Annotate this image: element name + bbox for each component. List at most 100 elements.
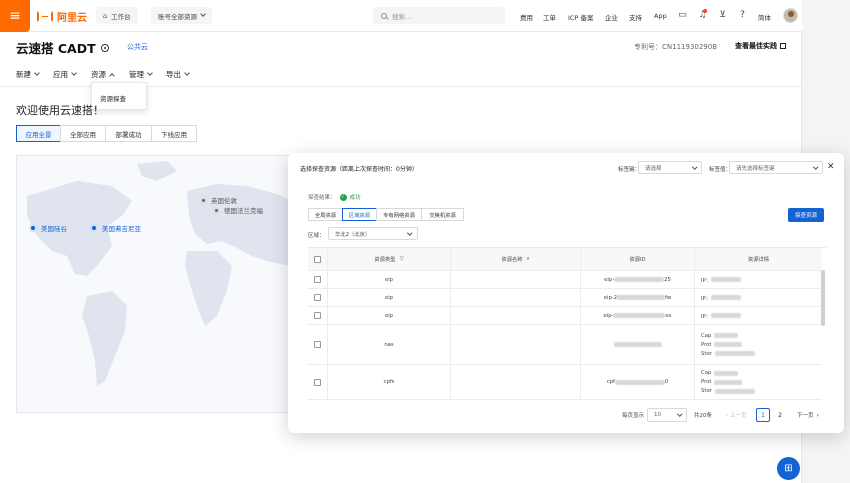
region-select[interactable]: 华北2（北京） bbox=[328, 227, 418, 240]
chevron-left-icon: ‹ bbox=[725, 411, 728, 419]
workbench-button[interactable]: ⌂ 工作台 bbox=[96, 7, 138, 24]
row-checkbox[interactable] bbox=[314, 294, 321, 301]
redacted-text bbox=[613, 313, 666, 318]
header-label: 资源名称 bbox=[501, 257, 523, 263]
table-row[interactable]: eip eip- 25 IP： bbox=[308, 271, 822, 289]
chevron-down-icon bbox=[147, 70, 153, 76]
detail-key: IP： bbox=[701, 313, 712, 320]
help-icon[interactable]: ? bbox=[737, 10, 748, 21]
close-icon[interactable]: ✕ bbox=[827, 162, 835, 172]
scan-resources-button[interactable]: 探查资源 bbox=[788, 208, 824, 222]
region-marker-frankfurt[interactable]: 德国法兰克福 bbox=[213, 205, 263, 215]
top-link-enterprise[interactable]: 企业 bbox=[605, 12, 618, 22]
chevron-down-icon bbox=[200, 11, 206, 17]
page-title: 云速搭 CADT bbox=[16, 38, 109, 57]
table-row[interactable]: nas Cap Prot Stor bbox=[308, 325, 822, 365]
header-resource-name: 资源名称 ⌕ bbox=[451, 248, 581, 270]
tab-region-resources[interactable]: 区域资源 bbox=[342, 208, 377, 221]
cloud-type-link[interactable]: 公共云 bbox=[127, 42, 148, 52]
nav-resources[interactable]: 资源 bbox=[91, 69, 115, 80]
segment-all-apps[interactable]: 全部应用 bbox=[60, 125, 106, 142]
tag-key-placeholder: 请选择 bbox=[645, 165, 662, 172]
header-checkbox-cell bbox=[308, 248, 328, 270]
detail-key: Prot bbox=[701, 341, 712, 348]
detail-line: Prot bbox=[701, 340, 743, 349]
search-icon[interactable]: ⌕ bbox=[527, 256, 530, 263]
scan-result-value: 成功 bbox=[349, 195, 361, 201]
detail-line: Stor bbox=[701, 387, 755, 396]
best-practice-link[interactable]: 查看最佳实践 bbox=[735, 41, 786, 51]
target-icon[interactable] bbox=[100, 43, 109, 52]
top-link-app[interactable]: App bbox=[654, 12, 667, 20]
region-label: 美国弗吉尼亚 bbox=[102, 225, 141, 233]
redacted-text bbox=[714, 342, 743, 347]
region-marker-silicon-valley[interactable]: 美国硅谷 bbox=[29, 223, 67, 233]
language-switch[interactable]: 简体 bbox=[758, 12, 771, 22]
nav-apps[interactable]: 应用 bbox=[53, 69, 77, 80]
cell-details: IP： bbox=[695, 307, 822, 324]
nav-export[interactable]: 导出 bbox=[166, 69, 190, 80]
detail-line: Prot bbox=[701, 378, 743, 387]
header-label: 资源ID bbox=[629, 257, 646, 263]
row-checkbox[interactable] bbox=[314, 276, 321, 283]
account-scope-select[interactable]: 账号全部资源 bbox=[151, 7, 212, 24]
row-checkbox[interactable] bbox=[314, 341, 321, 348]
cart-icon[interactable]: ⊻ bbox=[717, 10, 728, 21]
tab-global-resources[interactable]: 全局资源 bbox=[308, 208, 343, 221]
segment-offline[interactable]: 下线应用 bbox=[151, 125, 197, 142]
home-icon: ⌂ bbox=[103, 11, 108, 20]
cell-id-suffix: 0 bbox=[664, 379, 669, 385]
chevron-down-icon bbox=[71, 70, 77, 76]
segment-app-overview[interactable]: 应用全景 bbox=[16, 125, 61, 142]
nav-manage-label: 管理 bbox=[129, 70, 144, 79]
cell-type: eip bbox=[328, 289, 451, 306]
page-2-button[interactable]: 2 bbox=[773, 408, 787, 422]
table-scrollbar[interactable] bbox=[821, 270, 825, 326]
nav-new[interactable]: 新建 bbox=[16, 69, 40, 80]
tab-vswitch-resources[interactable]: 交换机资源 bbox=[421, 208, 464, 221]
row-checkbox[interactable] bbox=[314, 378, 321, 386]
page-size-select[interactable]: 10 bbox=[647, 408, 687, 422]
segment-deployed[interactable]: 部署成功 bbox=[105, 125, 152, 142]
tag-value-select[interactable]: 请先选择标签键 bbox=[729, 161, 823, 174]
redacted-text bbox=[614, 277, 665, 282]
world-map[interactable]: 美国硅谷 美国弗吉尼亚 英国伦敦 德国法兰克福 bbox=[16, 155, 290, 413]
cell-type: eip bbox=[328, 271, 451, 288]
search-input[interactable]: 搜索... bbox=[373, 7, 505, 24]
page-1-button[interactable]: 1 bbox=[756, 408, 770, 422]
tab-vpc-resources[interactable]: 专有网络资源 bbox=[376, 208, 422, 221]
detail-line: Cap bbox=[701, 331, 739, 340]
region-marker-virginia[interactable]: 美国弗吉尼亚 bbox=[90, 223, 141, 233]
top-link-tickets[interactable]: 工单 bbox=[543, 12, 556, 22]
region-marker-london[interactable]: 英国伦敦 bbox=[200, 195, 237, 205]
table-row[interactable]: eip eip-es IP： bbox=[308, 307, 822, 325]
avatar[interactable] bbox=[783, 8, 798, 23]
cell-type-text: cpfs bbox=[383, 379, 395, 385]
header-resource-details: 资源详情 bbox=[695, 248, 822, 270]
terminal-icon[interactable]: ▭ bbox=[677, 10, 688, 21]
cell-name bbox=[451, 365, 581, 399]
select-all-checkbox[interactable] bbox=[314, 255, 321, 263]
brand-logo[interactable]: 阿里云 bbox=[37, 9, 87, 24]
top-link-support[interactable]: 支持 bbox=[629, 12, 642, 22]
table-row[interactable]: cpfs cpf 0 Cap Prot Stor bbox=[308, 365, 822, 400]
cell-name bbox=[451, 289, 581, 306]
nav-new-label: 新建 bbox=[16, 70, 31, 79]
modal-title: 选择探查资源（距离上次探查时间：0分钟） bbox=[300, 166, 418, 173]
cell-type: cpfs bbox=[328, 365, 451, 399]
prev-page-button[interactable]: ‹ 上一页 bbox=[721, 408, 751, 422]
apps-grid-icon[interactable]: ⊞ bbox=[777, 457, 800, 480]
top-link-billing[interactable]: 费用 bbox=[520, 12, 533, 22]
filter-icon[interactable]: ▽ bbox=[400, 256, 404, 262]
header-resource-type: 资源类型 ▽ bbox=[328, 248, 451, 270]
redacted-text bbox=[711, 277, 742, 282]
table-row[interactable]: eip eip-2 fw IP： bbox=[308, 289, 822, 307]
hamburger-menu-icon[interactable]: ≡ bbox=[0, 0, 30, 32]
detail-key: Cap bbox=[701, 370, 712, 376]
row-checkbox[interactable] bbox=[314, 312, 321, 319]
top-link-icp[interactable]: ICP 备案 bbox=[568, 12, 593, 22]
tag-key-select[interactable]: 请选择 bbox=[638, 161, 702, 174]
cell-id bbox=[581, 325, 695, 364]
next-page-button[interactable]: 下一页 › bbox=[793, 408, 823, 422]
nav-manage[interactable]: 管理 bbox=[129, 69, 153, 80]
